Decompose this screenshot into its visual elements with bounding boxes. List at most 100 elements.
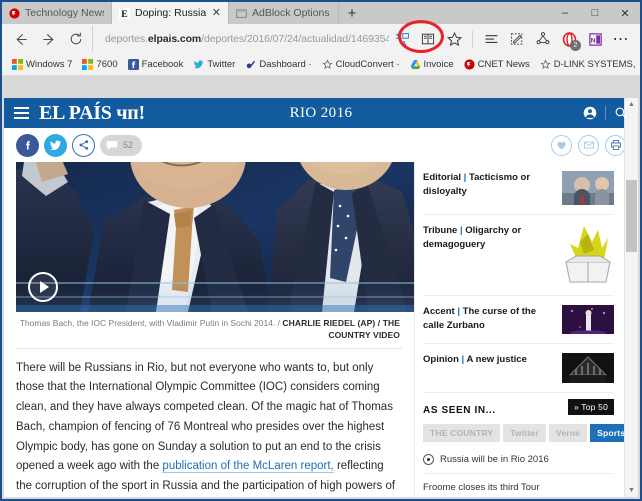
more-options-icon[interactable]: ⋯ (608, 26, 634, 52)
close-window-button[interactable]: ✕ (610, 2, 640, 24)
top-50-badge[interactable]: » Top 50 (567, 399, 614, 415)
tab-the-country[interactable]: THE COUNTRY (423, 424, 501, 442)
search-icon[interactable] (614, 106, 628, 120)
share-icon[interactable] (530, 26, 556, 52)
tab-title: AdBlock Options (252, 7, 330, 19)
new-tab-button[interactable]: + (339, 2, 365, 24)
sidebar-item-separator: | (461, 354, 465, 365)
forward-button[interactable] (35, 26, 62, 52)
share-nodes-icon[interactable] (72, 133, 95, 157)
cnet-icon (9, 7, 20, 19)
browser-tab-2-active[interactable]: E Doping: Russia will be in ✕ (112, 2, 229, 24)
translate-icon[interactable]: 文 A (389, 26, 415, 52)
reading-view-icon[interactable] (415, 26, 441, 52)
scroll-down-arrow[interactable]: ▼ (625, 484, 638, 497)
header-divider (605, 106, 606, 120)
close-icon[interactable]: ✕ (212, 7, 221, 19)
heart-icon[interactable] (551, 134, 572, 156)
sidebar-item-kicker: Tribune (423, 225, 458, 236)
favorite-item-facebook[interactable]: Facebook (123, 59, 189, 70)
sidebar-item-title: Tribune | Oligarchy or demagoguery (423, 224, 554, 252)
sidebar-opinion-item-0[interactable]: Editorial | Tacticismo or disloyalty (423, 162, 614, 215)
facebook-share-button[interactable] (16, 133, 39, 157)
edge-browser-window: Technology News, Tips, Rev E Doping: Rus… (0, 0, 642, 501)
browser-tab-3[interactable]: AdBlock Options (229, 2, 339, 24)
hub-reading-list-icon[interactable] (478, 26, 504, 52)
scrollbar-thumb[interactable] (626, 180, 637, 252)
window-controls: – □ ✕ (550, 2, 640, 24)
web-page-content: EL PAÍS чп! RIO 2016 52 Thomas Bach, the… (4, 98, 638, 497)
user-account-icon[interactable] (583, 106, 597, 120)
sidebar-item-title: Editorial | Tacticismo or disloyalty (423, 171, 554, 199)
site-logo-suffix: чп! (116, 101, 145, 124)
url-prefix: deportes. (105, 33, 148, 45)
sidebar-item-separator: | (463, 172, 467, 183)
drive-icon (410, 59, 421, 70)
play-button[interactable] (28, 272, 58, 302)
tab-verne[interactable]: Verne (548, 424, 588, 442)
favorite-star-icon[interactable] (441, 26, 467, 52)
onenote-icon[interactable]: N (582, 26, 608, 52)
printer-icon[interactable] (605, 134, 626, 156)
favorite-item-dashboard[interactable]: Dashboard · (240, 59, 316, 70)
favorite-item-invoice[interactable]: Invoice (405, 59, 459, 70)
url-path: /deportes/2016/07/24/actualidad/14693549… (201, 33, 389, 45)
favorite-label: D-LINK SYSTEMS, (553, 59, 636, 70)
paragraph-part-a: There will be Russians in Rio, but not e… (16, 361, 393, 473)
cnet-icon (464, 59, 475, 70)
site-header-actions (583, 106, 628, 120)
sidebar-opinion-item-1[interactable]: Tribune | Oligarchy or demagoguery (423, 215, 614, 296)
sidebar-item-headline: A new justice (466, 354, 527, 365)
facebook-icon (127, 59, 139, 70)
favorite-label: Windows 7 (26, 59, 73, 70)
favorite-item-dlink[interactable]: D-LINK SYSTEMS, (535, 59, 640, 70)
star-icon (322, 59, 333, 70)
list-item-title: Russia will be in Rio 2016 (440, 454, 549, 465)
envelope-icon[interactable] (578, 134, 599, 156)
svg-text:N: N (590, 37, 595, 44)
favorite-item-twitter[interactable]: Twitter (188, 59, 240, 70)
sidebar-opinion-item-3[interactable]: Opinion | A new justice (423, 344, 614, 393)
favorite-label: CloudConvert · (335, 59, 400, 70)
sidebar-opinion-item-2[interactable]: Accent | The curse of the calle Zurbano (423, 296, 614, 344)
favorites-bar: Windows 7 7600 Facebook Twitter Dashboar… (2, 54, 640, 76)
address-bar[interactable]: deportes.elpais.com/deportes/2016/07/24/… (92, 26, 389, 52)
minimize-button[interactable]: – (550, 2, 580, 24)
tab-strip: Technology News, Tips, Rev E Doping: Rus… (2, 2, 640, 24)
refresh-button[interactable] (62, 26, 89, 52)
as-seen-list-item-1[interactable]: Froome closes its third Tour (423, 474, 614, 497)
figure-caption: Thomas Bach, the IOC President, with Vla… (16, 312, 402, 349)
caption-text: Thomas Bach, the IOC President, with Vla… (19, 318, 281, 328)
favorite-label: Facebook (141, 59, 184, 70)
comment-icon (106, 140, 118, 151)
sidebar-item-kicker: Editorial (423, 172, 462, 183)
current-item-icon (423, 454, 434, 465)
maximize-button[interactable]: □ (580, 2, 610, 24)
url-domain: elpais.com (147, 33, 202, 45)
comment-count-button[interactable]: 52 (100, 134, 143, 156)
favorite-item-windows7[interactable]: Windows 7 (7, 59, 77, 70)
sidebar: Editorial | Tacticismo or disloyalty Tri… (414, 162, 633, 497)
tab-twitter[interactable]: Twitter (503, 424, 546, 442)
browser-tab-1[interactable]: Technology News, Tips, Rev (2, 2, 112, 24)
page-scrollbar[interactable]: ▲ ▼ (624, 98, 638, 497)
favorite-label: 7600 (96, 59, 118, 70)
article-video-figure[interactable] (16, 162, 414, 312)
favorite-item-cnet[interactable]: CNET News (459, 59, 535, 70)
twitter-share-button[interactable] (44, 133, 67, 157)
as-seen-list-item-0[interactable]: Russia will be in Rio 2016 (423, 446, 614, 475)
mclaren-report-link[interactable]: publication of the McLaren report, (162, 460, 334, 474)
star-icon (540, 59, 551, 70)
window-icon (236, 8, 247, 19)
site-logo[interactable]: EL PAÍS чп! (39, 102, 145, 125)
web-note-icon[interactable] (504, 26, 530, 52)
sidebar-thumbnail (562, 353, 614, 383)
as-seen-in-module: » Top 50 AS SEEN IN... THE COUNTRY Twitt… (423, 393, 633, 497)
opera-extension-icon[interactable]: 2 (556, 26, 582, 52)
favorite-item-7600[interactable]: 7600 (77, 59, 122, 70)
social-share-bar: 52 (4, 128, 638, 162)
back-button[interactable] (8, 26, 35, 52)
hamburger-icon[interactable] (14, 107, 29, 119)
comment-count: 52 (123, 140, 134, 150)
favorite-item-cloudconvert[interactable]: CloudConvert · (317, 59, 405, 70)
